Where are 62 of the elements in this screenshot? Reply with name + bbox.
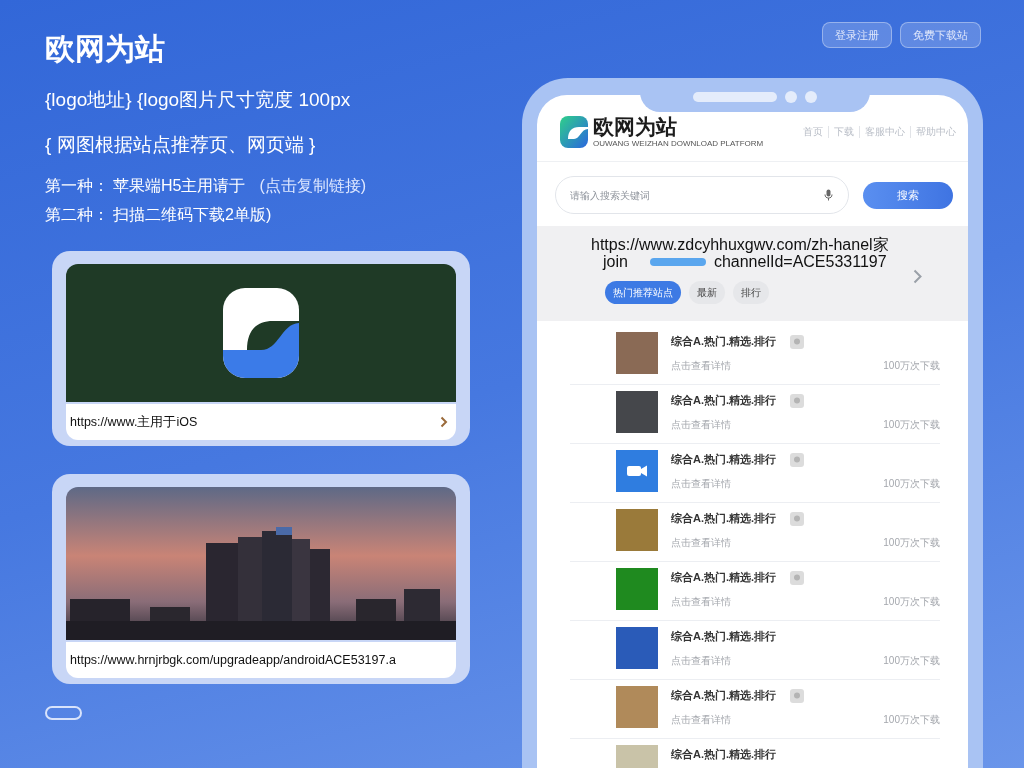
download-url[interactable]: https://www.hrnjrbgk.com/upgradeapp/androidACE53197.a xyxy=(70,653,396,667)
page-title: 欧网为站 xyxy=(45,31,165,67)
list-item[interactable]: 综合A.热门.精选.排行 点击查看详情 100万次下载 xyxy=(570,503,940,562)
item-title: 综合A.热门.精选.排行 xyxy=(671,688,777,703)
method-text: 扫描二维码下载2单版) xyxy=(113,205,272,225)
banner-url[interactable]: https://www.zdcyhhuxgwv.com/zh-hanel家 xyxy=(591,236,968,253)
logo-icon xyxy=(223,288,299,378)
item-subtitle: 点击查看详情 xyxy=(671,418,731,432)
method-label: 第一种： xyxy=(45,176,109,196)
item-meta: 100万次下载 xyxy=(883,595,940,609)
list-item[interactable]: 综合A.热门.精选.排行 点击查看详情 100万次下载 xyxy=(570,326,940,385)
filter-chip[interactable]: 排行 xyxy=(733,281,769,304)
blurred-text-bar xyxy=(649,257,706,266)
url-strip[interactable]: https://www.主用于iOS xyxy=(66,404,456,440)
list-item[interactable]: 综合A.热门.精选.排行 xyxy=(570,739,940,768)
item-meta: 100万次下载 xyxy=(883,536,940,550)
item-title: 综合A.热门.精选.排行 xyxy=(671,393,777,408)
method-label: 第二种： xyxy=(45,205,109,225)
list-item[interactable]: 综合A.热门.精选.排行 点击查看详情 100万次下载 xyxy=(570,680,940,739)
list-item[interactable]: 综合A.热门.精选.排行 点击查看详情 100万次下载 xyxy=(570,385,940,444)
item-subtitle: 点击查看详情 xyxy=(671,713,731,727)
item-title: 综合A.热门.精选.排行 xyxy=(671,511,777,526)
item-subtitle: 点击查看详情 xyxy=(671,359,731,373)
item-title: 综合A.热门.精选.排行 xyxy=(671,452,777,467)
status-dot-icon xyxy=(805,91,817,103)
camera-icon xyxy=(627,465,647,477)
item-subtitle: 点击查看详情 xyxy=(671,477,731,491)
filter-chip[interactable]: 最新 xyxy=(689,281,725,304)
item-title: 综合A.热门.精选.排行 xyxy=(671,629,777,644)
banner-url[interactable]: channelId=ACE5331197 xyxy=(713,253,887,270)
download-url[interactable]: https://www.主用于iOS xyxy=(70,413,198,431)
item-meta: 100万次下载 xyxy=(883,418,940,432)
toggle-pill-icon[interactable] xyxy=(45,706,82,720)
logo-icon xyxy=(560,116,588,148)
status-dot-icon xyxy=(785,91,797,103)
item-meta: 100万次下载 xyxy=(883,713,940,727)
list-item[interactable]: 综合A.热门.精选.排行 点击查看详情 100万次下载 xyxy=(570,621,940,680)
method-text: 苹果端H5主用请于 xyxy=(113,176,246,196)
chevron-icon[interactable] xyxy=(440,416,448,428)
list-item[interactable]: 综合A.热门.精选.排行 点击查看详情 100万次下载 xyxy=(570,444,940,503)
brand-name: 欧网为站 xyxy=(593,115,678,139)
item-meta: 100万次下载 xyxy=(883,654,940,668)
status-pill-icon xyxy=(693,92,777,102)
list-item[interactable]: 综合A.热门.精选.排行 点击查看详情 100万次下载 xyxy=(570,562,940,621)
copy-link[interactable]: (点击复制链接) xyxy=(259,175,367,197)
item-subtitle: 点击查看详情 xyxy=(671,595,731,609)
filter-chip[interactable]: 热门推荐站点 xyxy=(605,281,681,304)
banner-url[interactable]: join xyxy=(603,253,628,270)
search-field[interactable]: 请输入搜索关键词 xyxy=(555,176,849,214)
item-meta: 100万次下载 xyxy=(883,359,940,373)
search-button[interactable]: 搜索 xyxy=(863,181,953,209)
logo-instruction: {logo地址} {logo图片尺寸宽度 100px xyxy=(45,88,351,112)
item-meta: 100万次下载 xyxy=(883,477,940,491)
item-title: 综合A.热门.精选.排行 xyxy=(671,570,777,585)
item-subtitle: 点击查看详情 xyxy=(671,654,731,668)
note-instruction: { 网图根据站点推荐页、网页端 } xyxy=(45,133,316,157)
url-strip[interactable]: https://www.hrnjrbgk.com/upgradeapp/androidACE53197.a xyxy=(66,642,456,678)
item-subtitle: 点击查看详情 xyxy=(671,536,731,550)
microphone-icon[interactable] xyxy=(824,189,833,201)
item-title: 综合A.热门.精选.排行 xyxy=(671,334,777,349)
item-title: 综合A.热门.精选.排行 xyxy=(671,747,777,762)
brand-tagline: OUWANG WEIZHAN DOWNLOAD PLATFORM xyxy=(593,139,764,149)
